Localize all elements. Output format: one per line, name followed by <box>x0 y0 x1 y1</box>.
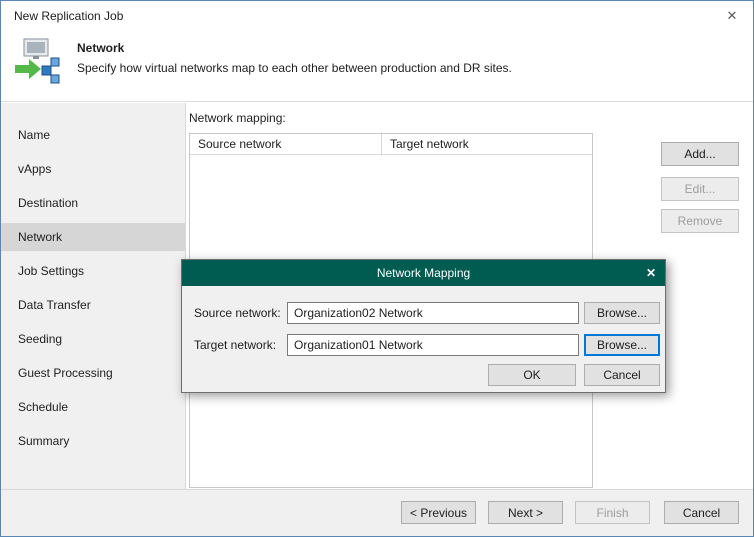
column-header-target-network[interactable]: Target network <box>382 134 592 154</box>
sidebar-item-summary[interactable]: Summary <box>1 427 185 455</box>
sidebar-item-job-settings[interactable]: Job Settings <box>1 257 185 285</box>
wizard-steps-sidebar: Name vApps Destination Network Job Setti… <box>1 103 186 491</box>
network-mapping-label: Network mapping: <box>189 111 286 125</box>
target-browse-button[interactable]: Browse... <box>584 334 660 356</box>
source-network-label: Source network: <box>194 306 281 320</box>
network-step-icon <box>14 37 62 89</box>
sidebar-item-seeding[interactable]: Seeding <box>1 325 185 353</box>
sidebar-item-guest-processing[interactable]: Guest Processing <box>1 359 185 387</box>
ok-button[interactable]: OK <box>488 364 576 386</box>
table-header-row: Source network Target network <box>190 134 592 155</box>
wizard-footer: < Previous Next > Finish Cancel <box>1 489 753 536</box>
target-network-label: Target network: <box>194 338 277 352</box>
dialog-title: Network Mapping <box>376 266 471 280</box>
network-mapping-dialog: Network Mapping ✕ Source network: Browse… <box>181 259 666 393</box>
edit-button: Edit... <box>661 177 739 201</box>
finish-button: Finish <box>575 501 650 524</box>
sidebar-item-network[interactable]: Network <box>1 223 185 251</box>
window-title: New Replication Job <box>14 9 124 23</box>
titlebar: New Replication Job ✕ <box>1 1 753 31</box>
previous-button[interactable]: < Previous <box>401 501 476 524</box>
new-replication-job-window: New Replication Job ✕ Network Specify ho… <box>0 0 754 537</box>
source-network-input[interactable] <box>287 302 579 324</box>
sidebar-item-data-transfer[interactable]: Data Transfer <box>1 291 185 319</box>
column-header-source-network[interactable]: Source network <box>190 134 382 154</box>
step-title: Network <box>77 41 125 55</box>
sidebar-item-destination[interactable]: Destination <box>1 189 185 217</box>
wizard-header: Network Specify how virtual networks map… <box>1 31 753 102</box>
dialog-close-icon[interactable]: ✕ <box>646 260 656 286</box>
step-description: Specify how virtual networks map to each… <box>77 61 512 75</box>
dialog-cancel-button[interactable]: Cancel <box>584 364 660 386</box>
source-browse-button[interactable]: Browse... <box>584 302 660 324</box>
next-button[interactable]: Next > <box>488 501 563 524</box>
cancel-button[interactable]: Cancel <box>664 501 739 524</box>
dialog-titlebar: Network Mapping ✕ <box>182 260 665 286</box>
sidebar-item-schedule[interactable]: Schedule <box>1 393 185 421</box>
add-button[interactable]: Add... <box>661 142 739 166</box>
sidebar-item-name[interactable]: Name <box>1 121 185 149</box>
target-network-input[interactable] <box>287 334 579 356</box>
window-close-icon[interactable]: ✕ <box>711 1 753 31</box>
sidebar-item-vapps[interactable]: vApps <box>1 155 185 183</box>
remove-button: Remove <box>661 209 739 233</box>
